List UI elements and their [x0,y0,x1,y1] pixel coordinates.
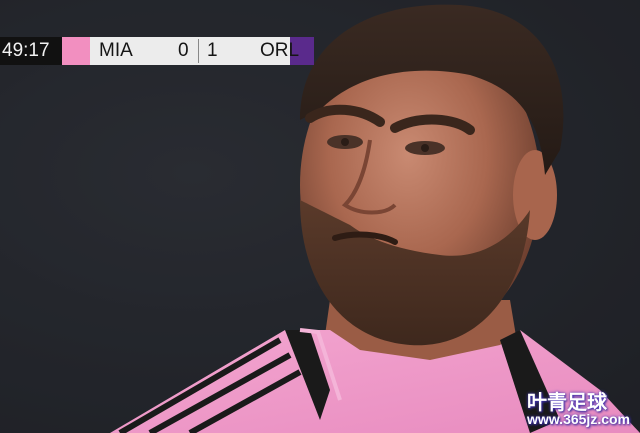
score-panel: MIA 0 1 ORL [90,37,299,65]
broadcast-frame: 49:17 MIA 0 1 ORL 叶青足球 www.365jz.com [0,0,640,433]
scorebug: 49:17 MIA 0 1 ORL [0,37,314,65]
match-clock: 49:17 [0,37,62,65]
home-team-color [62,37,90,65]
home-team-name: MIA [99,40,133,61]
watermark: 叶青足球 www.365jz.com [527,386,630,427]
watermark-url: www.365jz.com [527,411,630,427]
away-team-score: 1 [207,40,218,61]
away-team-name: ORL [260,40,300,61]
home-team-score: 0 [178,40,189,61]
score-divider [198,39,199,63]
